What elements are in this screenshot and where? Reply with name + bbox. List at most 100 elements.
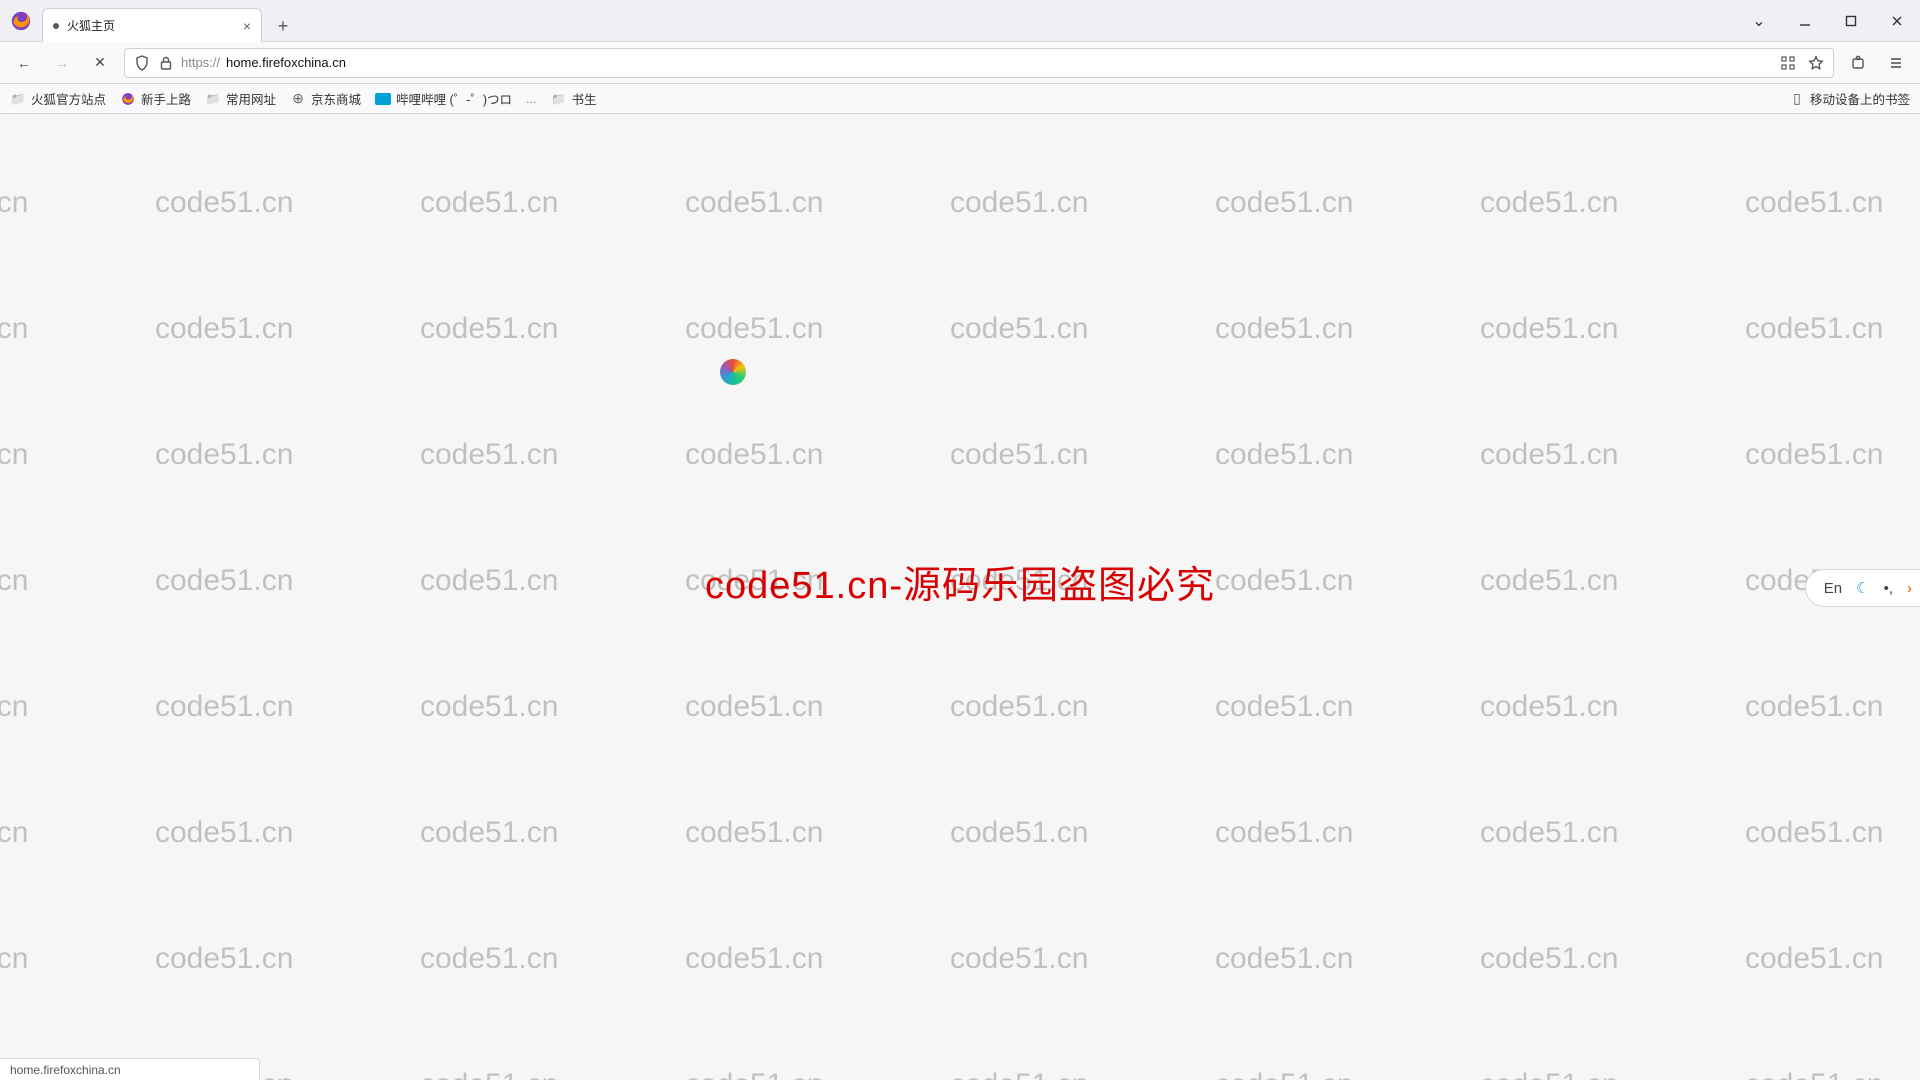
folder-icon	[550, 91, 566, 107]
watermark-text: code51.cn	[685, 186, 823, 220]
watermark-text: code51.cn	[155, 186, 293, 220]
watermark-text: code51.cn	[950, 438, 1088, 472]
watermark-text: code51.cn	[1745, 1068, 1883, 1080]
watermark-text: code51.cn	[950, 186, 1088, 220]
stop-button[interactable]: ✕	[86, 49, 114, 77]
watermark-text: code51.cn	[420, 942, 558, 976]
watermark-text: code51.cn	[1480, 816, 1618, 850]
watermark-text: code51.cn	[1215, 312, 1353, 346]
bookmark-label: 火狐官方站点	[31, 89, 106, 108]
tab-active[interactable]: 火狐主页 ×	[42, 8, 262, 42]
window-minimize-button[interactable]	[1782, 0, 1828, 42]
watermark-text: code51.cn	[1215, 564, 1353, 598]
watermark-text: code51.cn	[950, 690, 1088, 724]
watermark-text: code51.cn	[155, 816, 293, 850]
watermark-text: code51.cn	[0, 186, 28, 220]
reader-qr-icon[interactable]	[1779, 54, 1797, 72]
ime-punct-icon[interactable]: •,	[1884, 580, 1893, 597]
watermark-text: code51.cn	[950, 816, 1088, 850]
watermark-text: code51.cn	[1215, 438, 1353, 472]
watermark-center-text: code51.cn-源码乐园盗图必究	[705, 554, 1215, 609]
folder-icon	[205, 91, 221, 107]
bookmark-mobile-label: 移动设备上的书签	[1810, 89, 1910, 108]
watermark-text: code51.cn	[685, 438, 823, 472]
watermark-text: code51.cn	[685, 1068, 823, 1080]
bookmark-item-5[interactable]: ...	[526, 92, 536, 106]
watermark-text: code51.cn	[155, 942, 293, 976]
watermark-text: code51.cn	[1745, 816, 1883, 850]
watermark-text: code51.cn	[0, 816, 28, 850]
watermark-text: code51.cn	[1745, 438, 1883, 472]
window-close-button[interactable]	[1874, 0, 1920, 42]
watermark-text: code51.cn	[0, 564, 28, 598]
bookmark-item-0[interactable]: 火狐官方站点	[10, 89, 106, 108]
watermark-text: code51.cn	[685, 942, 823, 976]
watermark-text: code51.cn	[155, 690, 293, 724]
watermark-text: code51.cn	[950, 942, 1088, 976]
ime-moon-icon[interactable]: ☾	[1856, 579, 1869, 597]
watermark-text: code51.cn	[420, 312, 558, 346]
watermark-text: code51.cn	[950, 312, 1088, 346]
bookmark-item-4[interactable]: 哔哩哔哩 (゜-゜)つロ	[375, 89, 512, 108]
watermark-text: code51.cn	[155, 312, 293, 346]
watermark-text: code51.cn	[1215, 690, 1353, 724]
bookmark-label: 京东商城	[311, 89, 361, 108]
tab-dirty-indicator-icon	[53, 23, 59, 29]
bookmarks-bar: 火狐官方站点 新手上路 常用网址 京东商城哔哩哔哩 (゜-゜)つロ... 书生 移动设备…	[0, 84, 1920, 114]
watermark-text: code51.cn	[0, 942, 28, 976]
watermark-text: code51.cn	[155, 438, 293, 472]
watermark-text: code51.cn	[1215, 816, 1353, 850]
watermark-text: code51.cn	[0, 690, 28, 724]
mobile-icon	[1789, 91, 1805, 107]
watermark-text: code51.cn	[1480, 942, 1618, 976]
watermark-text: code51.cn	[1745, 942, 1883, 976]
tab-close-icon[interactable]: ×	[243, 18, 251, 34]
new-tab-button[interactable]: +	[268, 11, 298, 41]
watermark-text: code51.cn	[1480, 186, 1618, 220]
shield-icon[interactable]	[133, 54, 151, 72]
ime-floating-bar[interactable]: En ☾ •, ›	[1805, 569, 1920, 607]
chevron-down-icon	[1752, 11, 1765, 31]
watermark-text: code51.cn	[1480, 312, 1618, 346]
tab-strip: 火狐主页 × +	[42, 0, 298, 41]
ime-expand-arrow-icon[interactable]: ›	[1907, 580, 1912, 597]
bilibili-icon	[375, 91, 391, 107]
back-button[interactable]: ←	[10, 49, 38, 77]
url-scheme: https://	[181, 55, 220, 70]
bookmark-item-1[interactable]: 新手上路	[120, 89, 191, 108]
watermark-text: code51.cn	[1215, 942, 1353, 976]
page-content: code51.cncode51.cncode51.cncode51.cncode…	[0, 114, 1920, 1080]
app-menu-button[interactable]	[1882, 49, 1910, 77]
watermark-text: code51.cn	[685, 312, 823, 346]
bookmark-item-3[interactable]: 京东商城	[290, 89, 361, 108]
tabs-dropdown-button[interactable]	[1736, 0, 1782, 42]
bookmark-mobile[interactable]: 移动设备上的书签	[1789, 89, 1910, 108]
bookmark-star-icon[interactable]	[1807, 54, 1825, 72]
bookmark-item-2[interactable]: 常用网址	[205, 89, 276, 108]
jd-icon	[290, 91, 306, 107]
bookmark-label: 新手上路	[141, 89, 191, 108]
loading-spinner-icon	[720, 359, 746, 385]
watermark-text: code51.cn	[1745, 312, 1883, 346]
watermark-text: code51.cn	[1215, 1068, 1353, 1080]
folder-icon	[10, 91, 26, 107]
watermark-text: code51.cn	[1745, 690, 1883, 724]
titlebar: 火狐主页 × +	[0, 0, 1920, 42]
watermark-text: code51.cn	[1215, 186, 1353, 220]
url-input[interactable]	[352, 55, 1773, 70]
bookmark-label: 常用网址	[226, 89, 276, 108]
lock-icon[interactable]	[157, 54, 175, 72]
watermark-text: code51.cn	[950, 1068, 1088, 1080]
forward-button[interactable]: →	[48, 49, 76, 77]
navbar: ← → ✕ https:// home.firefoxchina.cn	[0, 42, 1920, 84]
watermark-text: code51.cn	[1480, 564, 1618, 598]
url-host: home.firefoxchina.cn	[226, 55, 346, 70]
watermark-text: code51.cn	[1745, 186, 1883, 220]
window-maximize-button[interactable]	[1828, 0, 1874, 42]
extensions-button[interactable]	[1844, 49, 1872, 77]
ime-lang[interactable]: En	[1824, 580, 1842, 597]
watermark-text: code51.cn	[685, 690, 823, 724]
bookmark-item-6[interactable]: 书生	[550, 89, 596, 108]
url-bar[interactable]: https:// home.firefoxchina.cn	[124, 48, 1834, 78]
watermark-text: code51.cn	[420, 186, 558, 220]
